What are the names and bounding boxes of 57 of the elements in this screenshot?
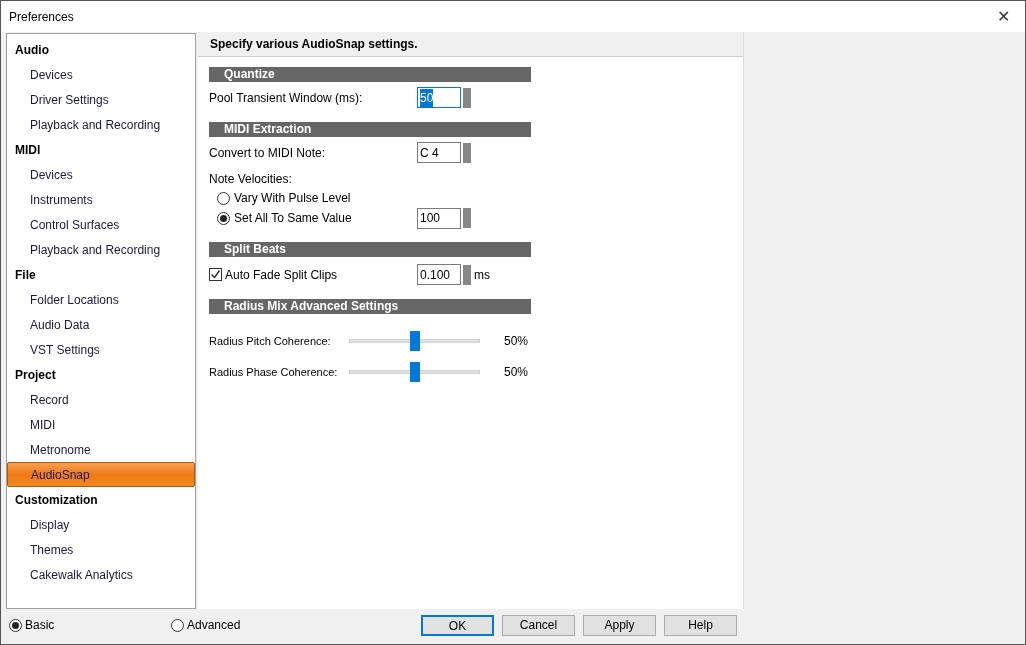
radio-option[interactable]: Set All To Same Value — [217, 209, 417, 227]
field-label: Convert to MIDI Note: — [209, 144, 327, 162]
sidebar-item[interactable]: MIDI — [7, 412, 195, 437]
mode-radio[interactable]: Basic — [9, 616, 171, 634]
checkbox-option[interactable]: Auto Fade Split Clips — [209, 265, 417, 284]
slider-thumb[interactable] — [409, 331, 420, 351]
section-header: Quantize — [209, 67, 531, 82]
slider-thumb[interactable] — [409, 362, 420, 382]
spin-field[interactable]: 0.100 — [417, 264, 461, 285]
mode-radio[interactable]: Advanced — [171, 616, 241, 634]
sidebar-item[interactable]: Cakewalk Analytics — [7, 562, 195, 587]
slider-reading: 50% — [504, 364, 529, 381]
field-label: Radius Phase Coherence: — [209, 364, 339, 380]
spin-field[interactable]: 50 — [417, 87, 461, 108]
sidebar-item[interactable]: AudioSnap — [7, 462, 195, 487]
unit-label: ms — [474, 266, 490, 284]
dialog-button[interactable]: Help — [664, 614, 737, 636]
sidebar-item[interactable]: Audio Data — [7, 312, 195, 337]
selected-text: C 4 — [420, 144, 439, 162]
sidebar-item[interactable]: Folder Locations — [7, 287, 195, 312]
sidebar-item[interactable]: Playback and Recording — [7, 112, 195, 137]
radio-option[interactable]: Vary With Pulse Level — [217, 189, 417, 207]
sidebar-item[interactable]: Instruments — [7, 187, 195, 212]
window-title: Preferences — [9, 8, 74, 26]
sidebar-group[interactable]: Project — [7, 362, 195, 387]
field-label: Radius Pitch Coherence: — [209, 333, 332, 349]
sidebar-item[interactable]: Devices — [7, 62, 195, 87]
sidebar-item[interactable]: Record — [7, 387, 195, 412]
slider[interactable] — [349, 331, 480, 351]
field-label: Note Velocities: — [209, 170, 292, 188]
close-button[interactable]: ✕ — [989, 4, 1017, 29]
sidebar-item[interactable]: Themes — [7, 537, 195, 562]
sidebar-item[interactable]: VST Settings — [7, 337, 195, 362]
spin-field[interactable]: C 4 — [417, 142, 461, 163]
slider-reading: 50% — [504, 333, 529, 350]
sidebar-item[interactable]: Metronome — [7, 437, 195, 462]
sidebar-item[interactable]: Driver Settings — [7, 87, 195, 112]
sidebar-item[interactable]: Control Surfaces — [7, 212, 195, 237]
section-header: Radius Mix Advanced Settings — [209, 299, 531, 314]
sidebar-item[interactable]: Devices — [7, 162, 195, 187]
check-icon — [210, 269, 221, 280]
spin-field[interactable]: 100 — [417, 207, 461, 229]
dialog-button[interactable]: OK — [421, 614, 494, 636]
panel-header: Specify various AudioSnap settings. — [198, 32, 743, 57]
field-label: Pool Transient Window (ms): — [209, 89, 364, 107]
sidebar-item[interactable]: Display — [7, 512, 195, 537]
dialog-button[interactable]: Apply — [583, 614, 656, 636]
section-header: MIDI Extraction — [209, 122, 531, 137]
sidebar-group[interactable]: Audio — [7, 37, 195, 62]
slider[interactable] — [349, 362, 480, 382]
sidebar-item[interactable]: Playback and Recording — [7, 237, 195, 262]
sidebar-group[interactable]: Customization — [7, 487, 195, 512]
selected-text: 50 — [420, 88, 434, 107]
dialog-button[interactable]: Cancel — [502, 614, 575, 636]
section-header: Split Beats — [209, 242, 531, 257]
sidebar-group[interactable]: MIDI — [7, 137, 195, 162]
sidebar-group[interactable]: File — [7, 262, 195, 287]
